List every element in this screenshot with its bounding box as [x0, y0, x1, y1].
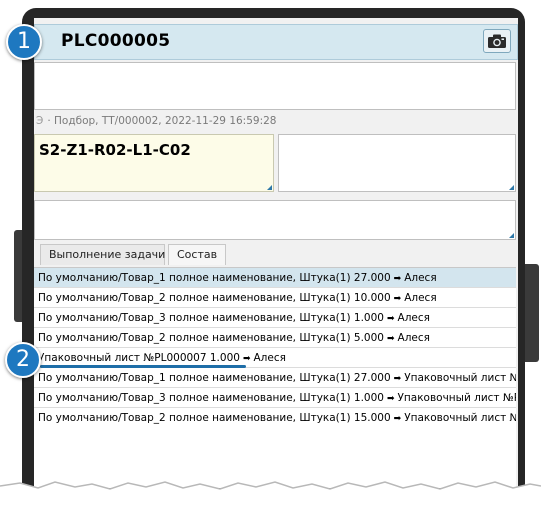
item-destination: Алеся [404, 272, 437, 284]
torn-edge [0, 481, 541, 507]
item-description: По умолчанию/Товар_2 полное наименование… [38, 412, 391, 424]
tab-composition[interactable]: Состав [168, 244, 226, 265]
item-destination: Упаковочный лист №PL0 [397, 392, 516, 404]
document-header: PLC000005 [34, 24, 518, 60]
arrow-right-icon: ➡ [242, 354, 251, 364]
arrow-right-icon: ➡ [393, 374, 402, 384]
item-description: По умолчанию/Товар_2 полное наименование… [38, 292, 391, 304]
tab-bar: Выполнение задачи Состав [34, 244, 516, 266]
list-item[interactable]: По умолчанию/Товар_2 полное наименование… [34, 408, 516, 428]
list-item[interactable]: По умолчанию/Товар_3 полное наименование… [34, 388, 516, 408]
callout-underline [40, 365, 246, 368]
arrow-right-icon: ➡ [393, 274, 402, 284]
tab-task-execution[interactable]: Выполнение задачи [40, 244, 165, 265]
scan-input-field[interactable] [34, 200, 516, 240]
arrow-right-icon: ➡ [393, 294, 402, 304]
cell-secondary-field[interactable] [278, 134, 516, 192]
resize-handle-icon [509, 233, 514, 238]
list-item[interactable]: По умолчанию/Товар_3 полное наименование… [34, 308, 516, 328]
callout-badge-1: 1 [6, 24, 42, 60]
arrow-right-icon: ➡ [386, 394, 395, 404]
list-item[interactable]: По умолчанию/Товар_1 полное наименование… [34, 368, 516, 388]
task-info-line: Э · Подбор, ТТ/000002, 2022-11-29 16:59:2… [36, 115, 276, 127]
item-description: По умолчанию/Товар_3 полное наименование… [38, 392, 384, 404]
item-description: Упаковочный лист №PL000007 1.000 [38, 352, 240, 364]
task-type-icon: Э [36, 115, 44, 127]
app-screen: PLC000005 Э · Подбор, ТТ/000002, 2022-11-… [34, 18, 518, 488]
camera-icon [488, 34, 506, 48]
resize-handle-icon [267, 185, 272, 190]
task-lines-list: По умолчанию/Товар_1 полное наименование… [34, 267, 516, 488]
camera-button[interactable] [483, 29, 511, 53]
item-destination: Алеся [253, 352, 286, 364]
comment-field[interactable] [34, 62, 516, 110]
callout-badge-2: 2 [5, 342, 41, 378]
arrow-right-icon: ➡ [386, 334, 395, 344]
item-destination: Алеся [404, 292, 437, 304]
item-destination: Упаковочный лист №PL [404, 372, 516, 384]
item-destination: Алеся [397, 312, 430, 324]
item-description: По умолчанию/Товар_3 полное наименование… [38, 312, 384, 324]
list-item[interactable]: По умолчанию/Товар_2 полное наименование… [34, 328, 516, 348]
item-destination: Алеся [397, 332, 430, 344]
arrow-right-icon: ➡ [386, 314, 395, 324]
arrow-right-icon: ➡ [393, 414, 402, 424]
item-description: По умолчанию/Товар_1 полное наименование… [38, 372, 391, 384]
task-info-text: · Подбор, ТТ/000002, 2022-11-29 16:59:28 [47, 115, 277, 127]
list-item[interactable]: По умолчанию/Товар_2 полное наименование… [34, 288, 516, 308]
item-destination: Упаковочный лист №PL [404, 412, 516, 424]
cell-code-value: S2-Z1-R02-L1-C02 [39, 141, 191, 159]
item-description: По умолчанию/Товар_2 полное наименование… [38, 332, 384, 344]
document-title: PLC000005 [61, 31, 171, 51]
list-item[interactable]: По умолчанию/Товар_1 полное наименование… [34, 268, 516, 288]
resize-handle-icon [509, 185, 514, 190]
item-description: По умолчанию/Товар_1 полное наименование… [38, 272, 391, 284]
cell-code-field[interactable]: S2-Z1-R02-L1-C02 [34, 134, 274, 192]
